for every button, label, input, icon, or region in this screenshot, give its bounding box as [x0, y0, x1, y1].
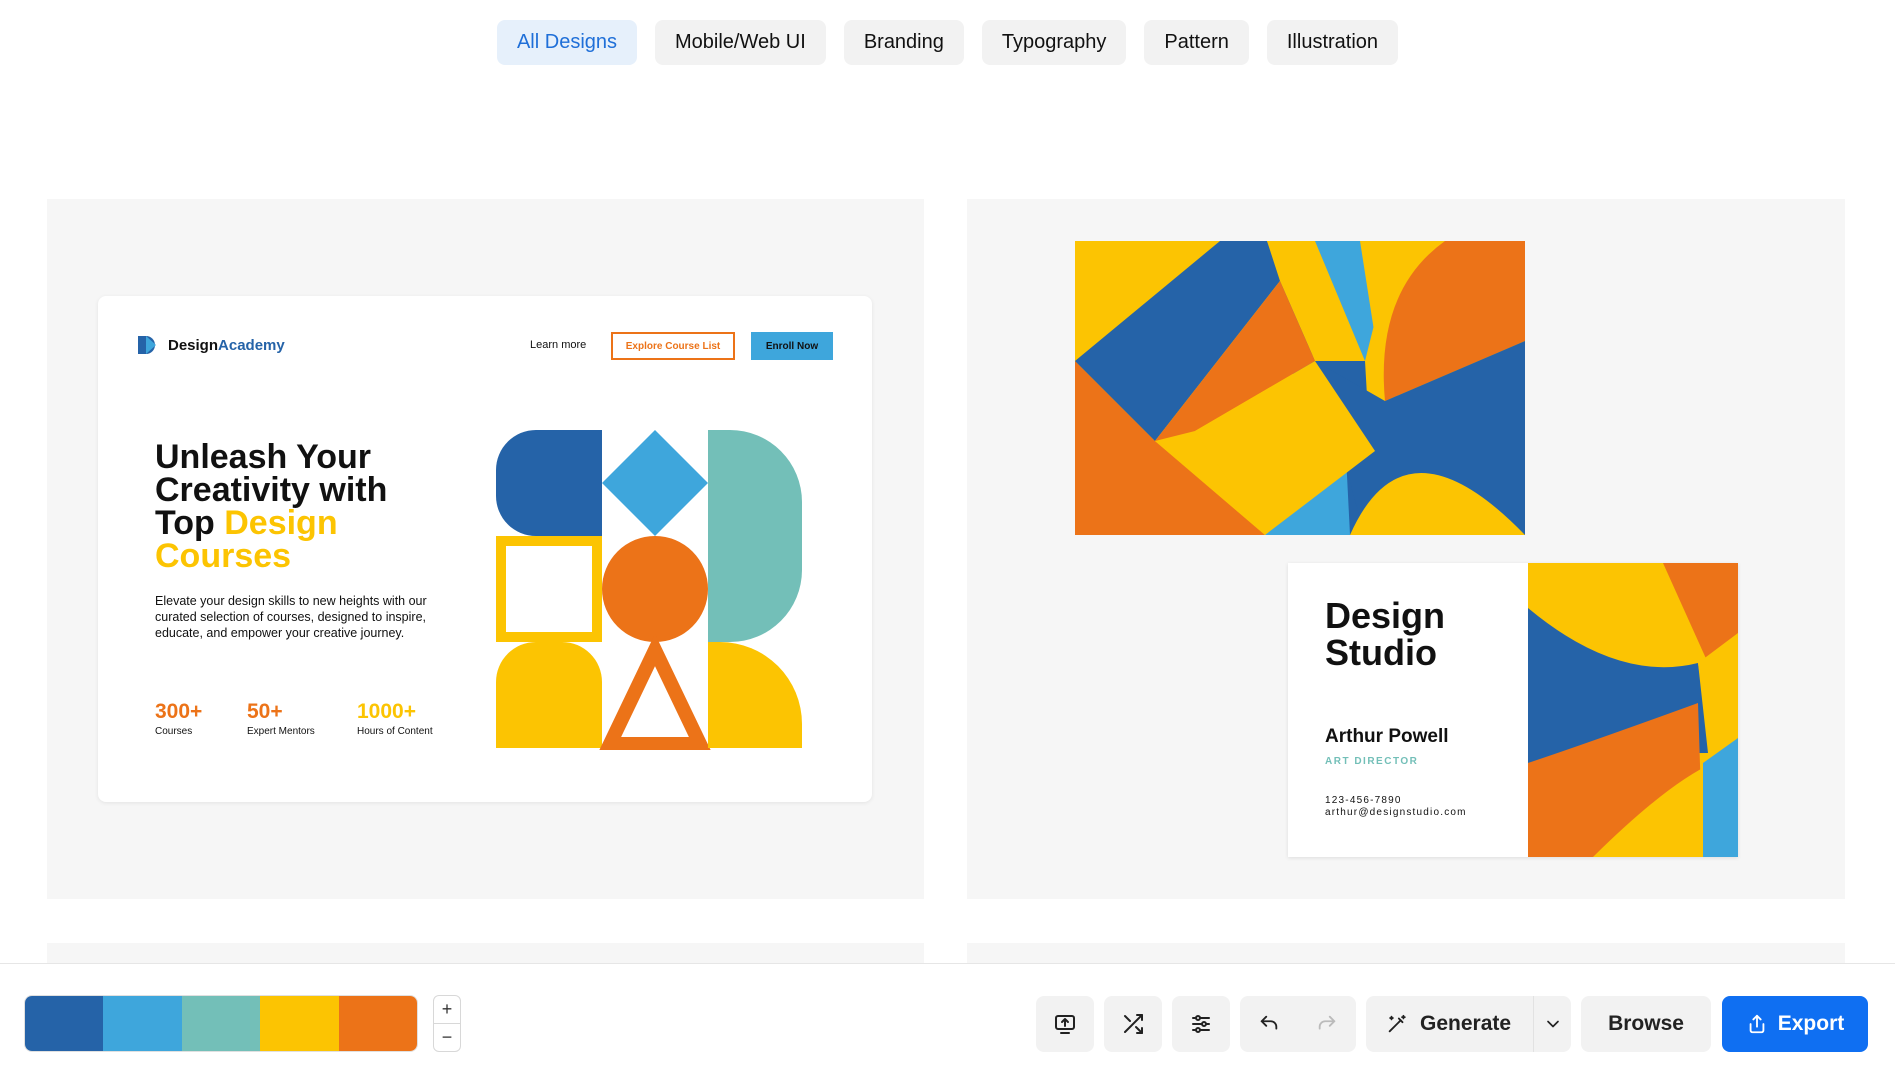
landing-page-preview: DesignAcademy Learn more Explore Course …: [98, 296, 872, 802]
business-card-phone: 123-456-7890: [1325, 795, 1402, 806]
stat-mentors-number: 50+: [247, 700, 283, 723]
color-palette: [24, 995, 418, 1052]
tab-pattern[interactable]: Pattern: [1144, 20, 1249, 65]
landing-description: Elevate your design skills to new height…: [155, 594, 427, 640]
tab-branding[interactable]: Branding: [843, 20, 964, 65]
palette-swatch-1[interactable]: [25, 996, 104, 1051]
filter-tabs: All Designs Mobile/Web UI Branding Typog…: [0, 20, 1895, 65]
tab-illustration[interactable]: Illustration: [1266, 20, 1399, 65]
generate-options-dropdown[interactable]: [1533, 996, 1571, 1052]
redo-icon: [1318, 1015, 1336, 1030]
generate-button[interactable]: Generate: [1386, 1012, 1511, 1036]
headline-line-1: Unleash Your: [155, 438, 372, 476]
stat-hours-number: 1000+: [357, 700, 416, 723]
headline-line-4: Courses: [155, 537, 292, 575]
logo-text-academy: Academy: [218, 336, 285, 354]
generate-label: Generate: [1420, 1012, 1512, 1035]
business-card-back: [1075, 241, 1525, 535]
palette-swatch-4[interactable]: [260, 996, 339, 1051]
palette-swatch-3[interactable]: [181, 996, 261, 1051]
bottom-toolbar: + − Generate Browse Export: [0, 963, 1895, 1075]
export-button[interactable]: Export: [1722, 996, 1868, 1052]
upload-screen-button[interactable]: [1036, 996, 1094, 1052]
undo-icon: [1260, 1015, 1278, 1030]
tab-all-designs[interactable]: All Designs: [496, 20, 638, 65]
palette-swatch-5[interactable]: [338, 996, 417, 1051]
business-card-title: Design Studio: [1325, 597, 1445, 671]
redo-button[interactable]: [1316, 1013, 1338, 1035]
upload-screen-icon: [1055, 1015, 1075, 1034]
logo-d-icon: [138, 336, 156, 354]
geometric-shapes-illustration: [496, 430, 802, 750]
share-export-icon: [1749, 1014, 1765, 1034]
business-card-pattern: [1528, 563, 1738, 857]
palette-swatch-2[interactable]: [103, 996, 182, 1051]
stat-courses: 300+ Courses: [155, 700, 202, 737]
browse-button[interactable]: Browse: [1581, 996, 1711, 1052]
stat-hours-label: Hours of Content: [357, 726, 433, 737]
tab-mobile-web-ui[interactable]: Mobile/Web UI: [655, 20, 826, 65]
business-card-role: ART DIRECTOR: [1325, 756, 1419, 767]
business-card-contact: 123-456-7890 arthur@designstudio.com: [1325, 795, 1467, 819]
design-card-4[interactable]: [967, 943, 1845, 963]
chevron-down-icon: [1546, 1020, 1559, 1028]
stat-courses-label: Courses: [155, 726, 193, 737]
undo-redo-group: [1240, 996, 1356, 1052]
undo-button[interactable]: [1258, 1013, 1280, 1035]
adjustments-button[interactable]: [1172, 996, 1230, 1052]
shuffle-button[interactable]: [1104, 996, 1162, 1052]
remove-color-button[interactable]: −: [434, 1023, 460, 1051]
business-card-email: arthur@designstudio.com: [1325, 807, 1467, 818]
generate-button-group: Generate: [1366, 996, 1571, 1052]
business-card-title-line-2: Studio: [1325, 632, 1437, 673]
design-card-landing-page[interactable]: DesignAcademy Learn more Explore Course …: [47, 199, 924, 899]
design-card-3[interactable]: [47, 943, 924, 963]
headline-line-2: Creativity with: [155, 471, 388, 509]
stat-mentors: 50+ Expert Mentors: [247, 700, 315, 737]
learn-more-link: Learn more: [530, 339, 587, 351]
stat-hours: 1000+ Hours of Content: [357, 700, 433, 737]
magic-wand-icon: [1388, 1014, 1406, 1033]
design-card-business-card[interactable]: Design Studio Arthur Powell ART DIRECTOR…: [967, 199, 1845, 899]
explore-course-list-button: Explore Course List: [611, 332, 735, 360]
stat-courses-number: 300+: [155, 700, 203, 723]
business-card-title-line-1: Design: [1325, 595, 1446, 636]
shuffle-icon: [1124, 1014, 1143, 1034]
palette-size-control: + −: [433, 995, 461, 1052]
business-card-name: Arthur Powell: [1325, 726, 1449, 747]
enroll-now-button: Enroll Now: [751, 332, 833, 360]
stat-mentors-label: Expert Mentors: [247, 726, 315, 737]
add-color-button[interactable]: +: [434, 996, 460, 1023]
landing-headline: Unleash Your Creativity with Top Design …: [155, 438, 455, 575]
logo-text-design: Design: [168, 336, 219, 354]
business-card-front: Design Studio Arthur Powell ART DIRECTOR…: [1288, 563, 1738, 857]
tab-typography[interactable]: Typography: [981, 20, 1127, 65]
design-academy-logo: DesignAcademy: [136, 334, 285, 356]
browse-label: Browse: [1608, 1012, 1684, 1035]
export-label: Export: [1777, 1012, 1845, 1035]
sliders-icon: [1192, 1015, 1210, 1033]
